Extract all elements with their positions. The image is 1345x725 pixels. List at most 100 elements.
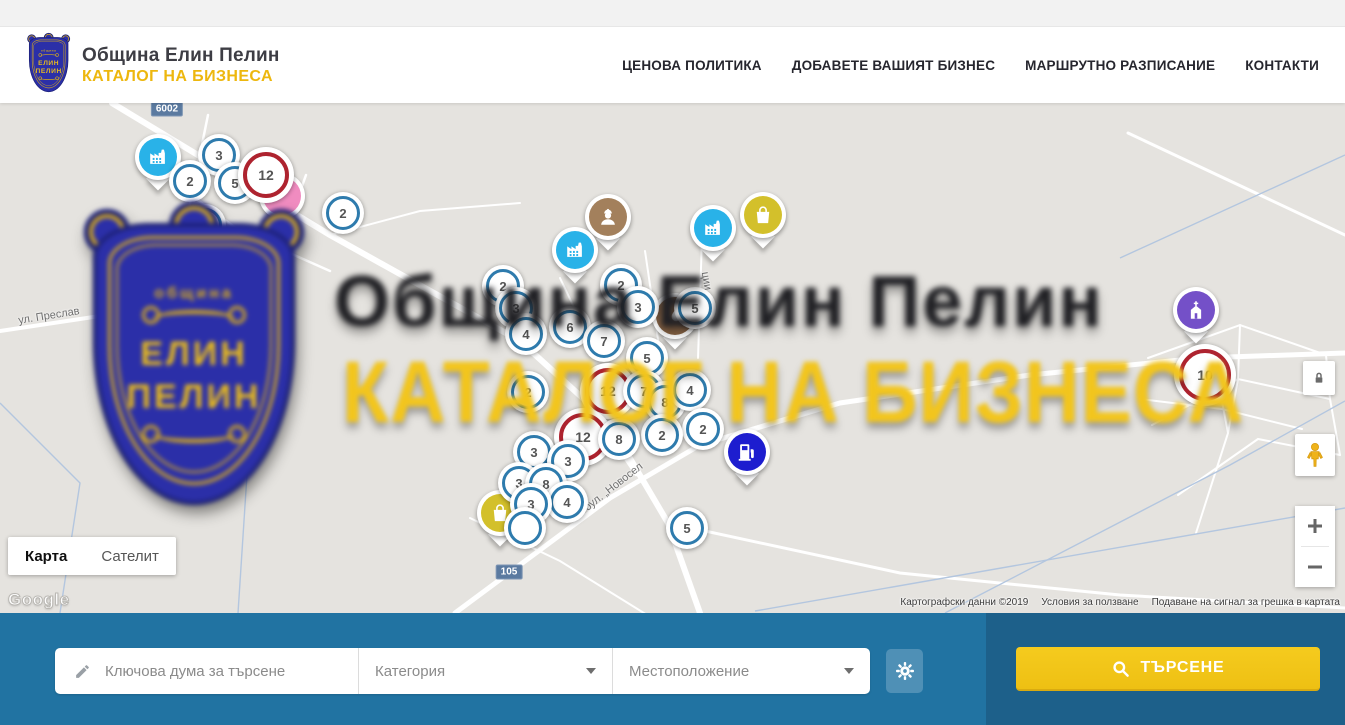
site-header: община ЕЛИН ПЕЛИН Община Елин Пелин КАТАЛО… — [0, 0, 1345, 103]
search-bar-right: ТЪРСЕНЕ — [986, 613, 1345, 725]
crest-ornament — [40, 76, 56, 80]
map-cluster-marker[interactable] — [184, 204, 226, 246]
map-cluster-marker[interactable]: 2 — [169, 160, 211, 202]
map-cluster-marker[interactable]: 4 — [546, 481, 588, 523]
site-subtitle: КАТАЛОГ НА БИЗНЕСА — [82, 68, 280, 86]
cluster-count: 3 — [215, 148, 222, 163]
search-bar-left: Категория Местоположение — [0, 613, 986, 725]
attribution-link-2[interactable]: Подаване на сигнал за грешка в картата — [1152, 597, 1340, 608]
search-bar: Категория Местоположение — [0, 613, 1345, 725]
keyword-input[interactable] — [103, 662, 344, 681]
church-icon — [1185, 299, 1207, 321]
factory-icon — [147, 146, 169, 168]
map-pin-shopping-bag[interactable] — [740, 192, 786, 238]
nav-item-add-business[interactable]: ДОБАВЕТЕ ВАШИЯТ БИЗНЕС — [792, 58, 995, 73]
cluster-count: 2 — [658, 428, 665, 443]
top-strip — [0, 0, 1345, 27]
cluster-count: 4 — [563, 495, 570, 510]
map-cluster-marker[interactable]: 10 — [1174, 344, 1236, 406]
map-type-satellite-button[interactable]: Сателит — [84, 537, 176, 575]
zoom-out-button[interactable] — [1295, 547, 1335, 587]
pencil-icon — [74, 663, 91, 680]
cluster-count: 2 — [186, 174, 193, 189]
fuel-icon — [736, 441, 758, 463]
crest-name-line1: ЕЛИН — [38, 59, 59, 66]
crest-top-text: община — [41, 49, 57, 53]
map-cluster-marker[interactable]: 4 — [669, 369, 711, 411]
pegman-icon — [1303, 442, 1327, 468]
map-cluster-marker[interactable]: 12 — [238, 147, 294, 203]
cluster-count: 4 — [686, 383, 693, 398]
municipality-logo: община ЕЛИН ПЕЛИН — [28, 34, 72, 94]
main-nav: ЦЕНОВА ПОЛИТИКА ДОБАВЕТЕ ВАШИЯТ БИЗНЕС МАР… — [622, 58, 1319, 73]
crest-name-line2: ПЕЛИН — [36, 68, 62, 75]
search-button-label: ТЪРСЕНЕ — [1140, 659, 1224, 677]
streetview-lock-button[interactable] — [1303, 361, 1335, 395]
shopping-bag-icon — [752, 204, 774, 226]
cluster-count: 5 — [643, 351, 650, 366]
nav-item-transport-schedule[interactable]: МАРШРУТНО РАЗПИСАНИЕ — [1025, 58, 1215, 73]
map-attribution: Картографски данни ©2019 Условия за ползв… — [900, 597, 1340, 608]
cluster-count: 2 — [524, 385, 531, 400]
google-logo[interactable]: Google — [8, 590, 70, 610]
keyword-field[interactable] — [55, 648, 358, 694]
advanced-settings-button[interactable] — [886, 649, 923, 693]
cluster-count: 7 — [600, 334, 607, 349]
cluster-count: 8 — [661, 395, 668, 410]
cluster-count: 2 — [699, 422, 706, 437]
minus-icon — [1306, 558, 1324, 576]
map-cluster-marker[interactable]: 2 — [322, 192, 364, 234]
cluster-count: 10 — [1197, 367, 1213, 383]
gear-icon — [894, 660, 916, 682]
cluster-count: 5 — [683, 521, 690, 536]
lock-icon — [1311, 370, 1327, 386]
site-title: Община Елин Пелин — [82, 45, 280, 67]
map-cluster-marker[interactable]: 5 — [666, 507, 708, 549]
category-select[interactable]: Категория — [358, 648, 612, 694]
factory-icon — [564, 239, 586, 261]
crest-ornament — [40, 54, 56, 58]
map-cluster-marker[interactable]: 2 — [507, 371, 549, 413]
search-button[interactable]: ТЪРСЕНЕ — [1016, 647, 1320, 691]
nav-item-contacts[interactable]: КОНТАКТИ — [1245, 58, 1319, 73]
map-type-control: Карта Сателит — [8, 537, 176, 575]
markers-layer: 32512223235647521278422128333843510 — [0, 103, 1345, 613]
map-pin-church[interactable] — [1173, 287, 1219, 333]
map-cluster-marker[interactable]: 5 — [674, 287, 716, 329]
cluster-count: 4 — [522, 327, 529, 342]
map-cluster-marker[interactable]: 4 — [505, 313, 547, 355]
map-pin-factory[interactable] — [690, 205, 736, 251]
attribution-link-1[interactable]: Условия за ползване — [1041, 597, 1138, 608]
map-cluster-marker[interactable]: 7 — [583, 320, 625, 362]
attribution-link-0[interactable]: Картографски данни ©2019 — [900, 597, 1028, 608]
brand-text: Община Елин Пелин КАТАЛОГ НА БИЗНЕСА — [82, 45, 280, 86]
cluster-count: 6 — [566, 320, 573, 335]
map-pin-fuel[interactable] — [724, 429, 770, 475]
factory-icon — [702, 217, 724, 239]
map-cluster-marker[interactable]: 2 — [641, 414, 683, 456]
cluster-count: 5 — [691, 301, 698, 316]
cluster-count: 12 — [600, 383, 616, 399]
zoom-in-button[interactable] — [1295, 506, 1335, 546]
site-logo-link[interactable]: община ЕЛИН ПЕЛИН Община Елин Пелин КАТАЛО… — [28, 36, 280, 94]
nav-item-pricing[interactable]: ЦЕНОВА ПОЛИТИКА — [622, 58, 762, 73]
map-canvas[interactable]: 6002105ул. Преславбул. „Новоселции 32512… — [0, 103, 1345, 613]
chevron-down-icon — [844, 668, 854, 674]
map-cluster-marker[interactable] — [504, 507, 546, 549]
map-cluster-marker[interactable]: 8 — [598, 418, 640, 460]
map-pin-factory[interactable] — [552, 227, 598, 273]
municipality-crest-icon: община ЕЛИН ПЕЛИН — [28, 34, 69, 93]
search-fields: Категория Местоположение — [55, 648, 870, 694]
location-select-label: Местоположение — [629, 663, 749, 680]
cluster-count: 8 — [615, 432, 622, 447]
plus-icon — [1306, 517, 1324, 535]
chevron-down-icon — [586, 668, 596, 674]
crest-body: община ЕЛИН ПЕЛИН — [29, 37, 68, 92]
category-select-label: Категория — [375, 663, 445, 680]
map-type-map-button[interactable]: Карта — [8, 537, 84, 575]
map-cluster-marker[interactable]: 2 — [682, 408, 724, 450]
cluster-count: 12 — [258, 167, 274, 183]
pegman-button[interactable] — [1295, 434, 1335, 476]
map-cluster-marker[interactable]: 3 — [617, 286, 659, 328]
location-select[interactable]: Местоположение — [612, 648, 870, 694]
